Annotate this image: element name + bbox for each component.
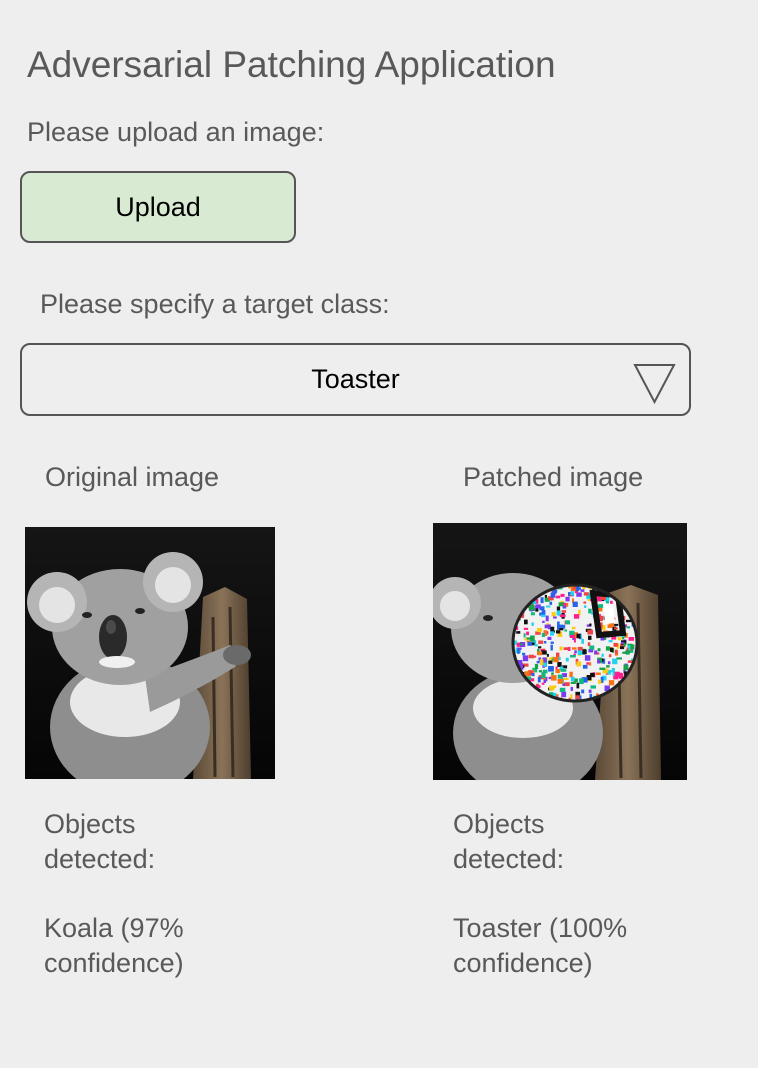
patched-objects-label-line2: detected: (453, 844, 565, 874)
original-objects-label: Objects detected: (44, 807, 155, 877)
target-class-value: Toaster (311, 364, 400, 394)
original-detection-result-line2: confidence) (44, 948, 184, 978)
patched-detection-result: Toaster (100% confidence) (453, 911, 627, 981)
original-image (25, 527, 275, 779)
original-objects-label-line1: Objects (44, 809, 136, 839)
original-objects-label-line2: detected: (44, 844, 156, 874)
original-image-heading: Original image (45, 462, 220, 492)
patched-detection-result-line1: Toaster (100% (453, 913, 628, 943)
triangle-down-icon (633, 364, 676, 405)
original-detection-result: Koala (97% confidence) (44, 911, 184, 981)
patched-image-heading: Patched image (463, 462, 644, 492)
target-class-prompt: Please specify a target class: (40, 289, 390, 319)
page-title: Adversarial Patching Application (27, 44, 556, 85)
patched-objects-label: Objects detected: (453, 807, 564, 877)
patched-detection-result-line2: confidence) (453, 948, 593, 978)
patched-image (433, 523, 687, 780)
upload-button[interactable]: Upload (20, 171, 296, 243)
upload-button-label: Upload (115, 191, 201, 222)
upload-prompt: Please upload an image: (27, 117, 325, 147)
patched-objects-label-line1: Objects (453, 809, 545, 839)
target-class-select[interactable]: Toaster (20, 343, 691, 416)
original-detection-result-line1: Koala (97% (44, 913, 184, 943)
